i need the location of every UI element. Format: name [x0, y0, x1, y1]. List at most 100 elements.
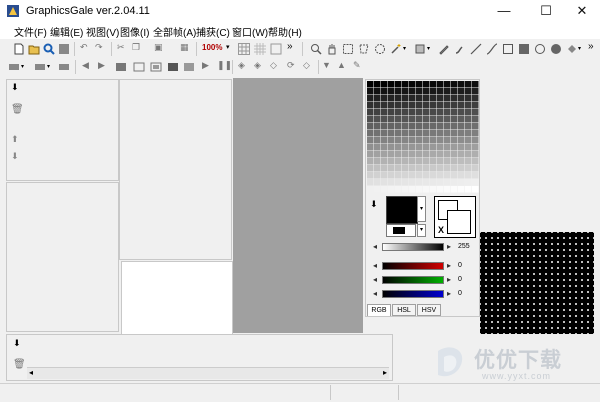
pause-icon[interactable]: ❚❚ [217, 60, 232, 72]
palette-swatch[interactable] [416, 151, 423, 158]
menu-help[interactable]: 帮助(H) [268, 24, 302, 39]
palette-swatch[interactable] [430, 102, 437, 109]
palette-swatch[interactable] [451, 137, 458, 144]
chevron-down-icon[interactable]: ▾ [21, 63, 24, 70]
palette-swatch[interactable] [437, 144, 444, 151]
palette-swatch[interactable] [388, 151, 395, 158]
palette-swatch[interactable] [381, 137, 388, 144]
palette-swatch[interactable] [437, 130, 444, 137]
hand-tool-icon[interactable] [326, 43, 338, 55]
palette-swatch[interactable] [388, 165, 395, 172]
palette-swatch[interactable] [388, 102, 395, 109]
palette-swatch[interactable] [402, 88, 409, 95]
palette-swatch[interactable] [444, 130, 451, 137]
tile-view-icon[interactable] [270, 43, 282, 55]
palette-swatch[interactable] [416, 158, 423, 165]
arrow-left-icon[interactable]: ◂ [370, 242, 380, 252]
cut-icon[interactable]: ✂ [117, 42, 129, 54]
zoom-tool-icon[interactable] [310, 43, 322, 55]
frame-delete-icon[interactable] [183, 61, 195, 73]
palette-swatch[interactable] [472, 137, 479, 144]
palette-swatch[interactable] [367, 144, 374, 151]
palette-swatch[interactable] [451, 172, 458, 179]
rectangle-tool-icon[interactable] [502, 43, 514, 55]
palette-swatch[interactable] [458, 172, 465, 179]
frame-insert-icon[interactable] [133, 61, 145, 73]
palette-swatch[interactable] [409, 172, 416, 179]
arrow-left-icon[interactable]: ◂ [370, 289, 380, 299]
palette-swatch[interactable] [423, 130, 430, 137]
palette-swatch[interactable] [430, 144, 437, 151]
palette-swatch[interactable] [367, 102, 374, 109]
palette-swatch[interactable] [388, 116, 395, 123]
palette-swatch[interactable] [458, 165, 465, 172]
palette-swatch[interactable] [430, 172, 437, 179]
palette-swatch[interactable] [402, 81, 409, 88]
pencil-icon[interactable] [438, 43, 450, 55]
menu-capture[interactable]: 捕获(C) [196, 24, 230, 39]
add-layer-icon[interactable] [34, 61, 46, 73]
palette-swatch[interactable] [381, 102, 388, 109]
palette-swatch[interactable] [409, 109, 416, 116]
palette-swatch[interactable] [430, 137, 437, 144]
palette-swatch[interactable] [444, 123, 451, 130]
frame-list-icon[interactable] [115, 61, 127, 73]
palette-swatch[interactable] [416, 172, 423, 179]
primary-color-swatch[interactable] [386, 196, 418, 224]
palette-swatch[interactable] [451, 81, 458, 88]
palette-swatch[interactable] [409, 81, 416, 88]
palette-swatch[interactable] [374, 116, 381, 123]
palette-swatch[interactable] [465, 116, 472, 123]
palette-swatch[interactable] [367, 81, 374, 88]
palette-swatch[interactable] [451, 123, 458, 130]
filled-ellipse-icon[interactable] [550, 43, 562, 55]
palette-swatch[interactable] [416, 130, 423, 137]
previous-frame-icon[interactable]: ◀ [82, 60, 94, 72]
palette-swatch[interactable] [451, 109, 458, 116]
palette-swatch[interactable] [472, 88, 479, 95]
new-file-icon[interactable] [13, 43, 25, 55]
palette-swatch[interactable] [465, 186, 472, 193]
palette-swatch[interactable] [388, 88, 395, 95]
palette-swatch[interactable] [423, 81, 430, 88]
palette-swatch[interactable] [444, 158, 451, 165]
palette-swatch[interactable] [402, 102, 409, 109]
palette-swatch[interactable] [430, 81, 437, 88]
filled-rectangle-icon[interactable] [518, 43, 530, 55]
palette-swatch[interactable] [402, 151, 409, 158]
palette-swatch[interactable] [423, 158, 430, 165]
palette-swatch[interactable] [381, 151, 388, 158]
chevron-down-icon[interactable]: ▾ [427, 45, 430, 52]
palette-swatch[interactable] [381, 81, 388, 88]
trash-icon[interactable]: 🗑 [11, 104, 24, 115]
palette-swatch[interactable] [472, 179, 479, 186]
redo-icon[interactable]: ↷ [95, 42, 107, 54]
palette-swatch[interactable] [451, 95, 458, 102]
palette-swatch[interactable] [437, 95, 444, 102]
palette-swatch[interactable] [437, 102, 444, 109]
move-tool-icon[interactable] [414, 43, 426, 55]
palette-swatch[interactable] [395, 130, 402, 137]
palette-swatch[interactable] [388, 179, 395, 186]
palette-swatch[interactable] [451, 130, 458, 137]
scroll-right-icon[interactable]: ▸ [383, 368, 387, 377]
menu-file[interactable]: 文件(F) [14, 24, 47, 39]
layer-properties-icon[interactable] [58, 61, 70, 73]
palette-swatch[interactable] [374, 102, 381, 109]
palette-swatch[interactable] [444, 165, 451, 172]
palette-swatch[interactable] [430, 186, 437, 193]
chevron-down-icon[interactable]: ▾ [417, 196, 426, 222]
palette-swatch[interactable] [395, 144, 402, 151]
palette-swatch[interactable] [444, 95, 451, 102]
chevron-down-icon[interactable]: ▾ [403, 45, 406, 52]
palette-swatch[interactable] [402, 179, 409, 186]
palette-swatch[interactable] [458, 102, 465, 109]
palette-swatch[interactable] [395, 109, 402, 116]
rotate-icon[interactable]: ⟳ [287, 60, 299, 72]
palette-swatch[interactable] [367, 186, 374, 193]
palette-swatch[interactable] [381, 109, 388, 116]
palette-swatch[interactable] [402, 130, 409, 137]
palette-swatch[interactable] [430, 109, 437, 116]
palette-swatch[interactable] [451, 186, 458, 193]
palette-swatch[interactable] [465, 165, 472, 172]
